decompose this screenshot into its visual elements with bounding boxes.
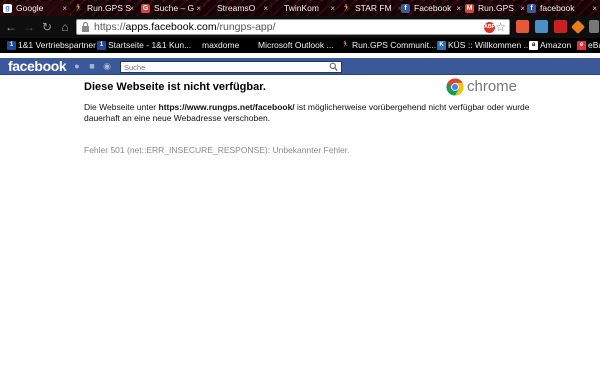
messages-icon[interactable]: ■ (87, 61, 97, 71)
runner-favicon-icon: 🏃 (74, 5, 83, 12)
url-text: https://apps.facebook.com/rungps-app/ (94, 21, 276, 33)
chrome-logo-icon (446, 78, 464, 96)
amazon-icon: a (529, 41, 538, 50)
runner-favicon-icon: 🏃 (342, 5, 351, 12)
1und1-icon: 1 (7, 41, 16, 50)
bookmark-label: 1&1 Vertriebspartner (18, 40, 96, 50)
friend-requests-icon[interactable]: ● (72, 61, 82, 71)
tab-label: Facebook (414, 3, 452, 13)
facebook-header: facebook ● ■ ◉ (0, 58, 600, 75)
bookmark-1und1-vertriebspartner[interactable]: 1 1&1 Vertriebspartner (6, 38, 96, 53)
close-tab-icon[interactable]: × (592, 1, 597, 16)
close-tab-icon[interactable]: × (129, 1, 134, 16)
tab-label: Suche – G (154, 3, 195, 13)
tab-facebook-2[interactable]: f facebook × (524, 1, 600, 16)
tab-label: TwinKom (284, 3, 319, 13)
back-arrow-icon[interactable]: ← (4, 20, 18, 34)
extension-orange-icon[interactable] (570, 19, 586, 35)
bookmarks-bar: 1 1&1 Vertriebspartner 1 Startseite - 1&… (0, 38, 600, 53)
kues-icon: K (437, 41, 446, 50)
adblock-badge-icon[interactable]: ABP (484, 22, 495, 33)
tab-label: Google (16, 3, 44, 13)
tab-facebook[interactable]: f Facebook × (398, 1, 464, 16)
tab-label: facebook (540, 3, 575, 13)
notifications-globe-icon[interactable]: ◉ (102, 61, 112, 71)
bookmark-rungps-community[interactable]: 🏃 Run.GPS Communit... (340, 38, 436, 53)
wrench-menu-icon[interactable] (589, 20, 599, 33)
lock-icon[interactable] (81, 22, 90, 32)
tab-google[interactable]: g Google × (0, 1, 70, 16)
bookmark-label: KÜS :: Willkommen ... (448, 40, 531, 50)
tab-starfm[interactable]: 🏃 STAR FM × (339, 1, 405, 16)
chrome-brand: chrome (446, 78, 526, 96)
error-description: Die Webseite unter https://www.rungps.ne… (84, 102, 530, 123)
gmail-favicon-icon: M (465, 4, 474, 13)
search-icon[interactable] (329, 62, 338, 72)
extension-blue-icon[interactable] (535, 20, 548, 33)
runner-icon: 🏃 (341, 42, 350, 48)
facebook-favicon-icon: f (401, 4, 410, 13)
gmail-extension-icon[interactable] (554, 20, 567, 33)
bookmark-startseite[interactable]: 1 Startseite - 1&1 Kun... (96, 38, 191, 53)
facebook-logo[interactable]: facebook (8, 58, 67, 75)
facebook-favicon-icon: f (527, 4, 536, 13)
facebook-search-input[interactable] (121, 62, 326, 72)
forward-arrow-icon[interactable]: → (22, 20, 36, 34)
close-tab-icon[interactable]: × (330, 1, 335, 16)
tab-label: Run.GPS S (87, 3, 131, 13)
google-favicon-icon: g (3, 4, 12, 13)
search-favicon-icon: G (141, 4, 150, 13)
tab-streams[interactable]: StreamsO × (205, 1, 271, 16)
error-title: Diese Webseite ist nicht verfügbar. (84, 81, 266, 93)
close-tab-icon[interactable]: × (196, 1, 201, 16)
1und1-icon: 1 (97, 41, 106, 50)
address-bar[interactable]: https://apps.facebook.com/rungps-app/ AB… (76, 19, 510, 35)
error-code: Fehler 501 (net::ERR_INSECURE_RESPONSE):… (84, 145, 350, 155)
tab-rungps-1[interactable]: 🏃 Run.GPS S × (71, 1, 137, 16)
bookmark-kues[interactable]: K KÜS :: Willkommen ... (436, 38, 531, 53)
bookmark-label: Run.GPS Communit... (352, 40, 437, 50)
ebay-icon: e (577, 41, 586, 50)
tab-label: StreamsO (217, 3, 256, 13)
bookmark-label: Microsoft Outlook ... (258, 40, 334, 50)
tab-rungps-2[interactable]: M Run.GPS × (462, 1, 528, 16)
tab-label: STAR FM (355, 3, 392, 13)
close-tab-icon[interactable]: × (456, 1, 461, 16)
bookmark-ebay[interactable]: e eBa (576, 38, 600, 53)
reload-icon[interactable]: ↻ (40, 20, 54, 34)
bookmark-outlook[interactable]: Microsoft Outlook ... (258, 38, 334, 53)
bookmark-label: Amazon (540, 40, 572, 50)
close-tab-icon[interactable]: × (263, 1, 268, 16)
bookmark-star-icon[interactable]: ☆ (495, 20, 506, 34)
tab-strip: g Google × 🏃 Run.GPS S × G Suche – G × S… (0, 0, 600, 16)
tab-twinkom[interactable]: TwinKom × (272, 1, 338, 16)
tab-label: Run.GPS (478, 3, 514, 13)
bookmark-label: maxdome (202, 40, 240, 50)
browser-toolbar: ← → ↻ ⌂ https://apps.facebook.com/rungps… (0, 16, 600, 38)
extension-plus-icon[interactable] (516, 20, 529, 33)
tab-search[interactable]: G Suche – G × (138, 1, 204, 16)
bookmark-maxdome[interactable]: maxdome (202, 38, 239, 53)
bookmark-label: Startseite - 1&1 Kun... (108, 40, 192, 50)
error-url: https://www.rungps.net/facebook/ (158, 102, 295, 112)
close-tab-icon[interactable]: × (62, 1, 67, 16)
home-icon[interactable]: ⌂ (58, 20, 72, 34)
facebook-search-box[interactable] (120, 61, 342, 73)
bookmark-label: eBa (588, 40, 600, 50)
bookmark-amazon[interactable]: a Amazon (528, 38, 571, 53)
chrome-wordmark: chrome (467, 78, 518, 95)
